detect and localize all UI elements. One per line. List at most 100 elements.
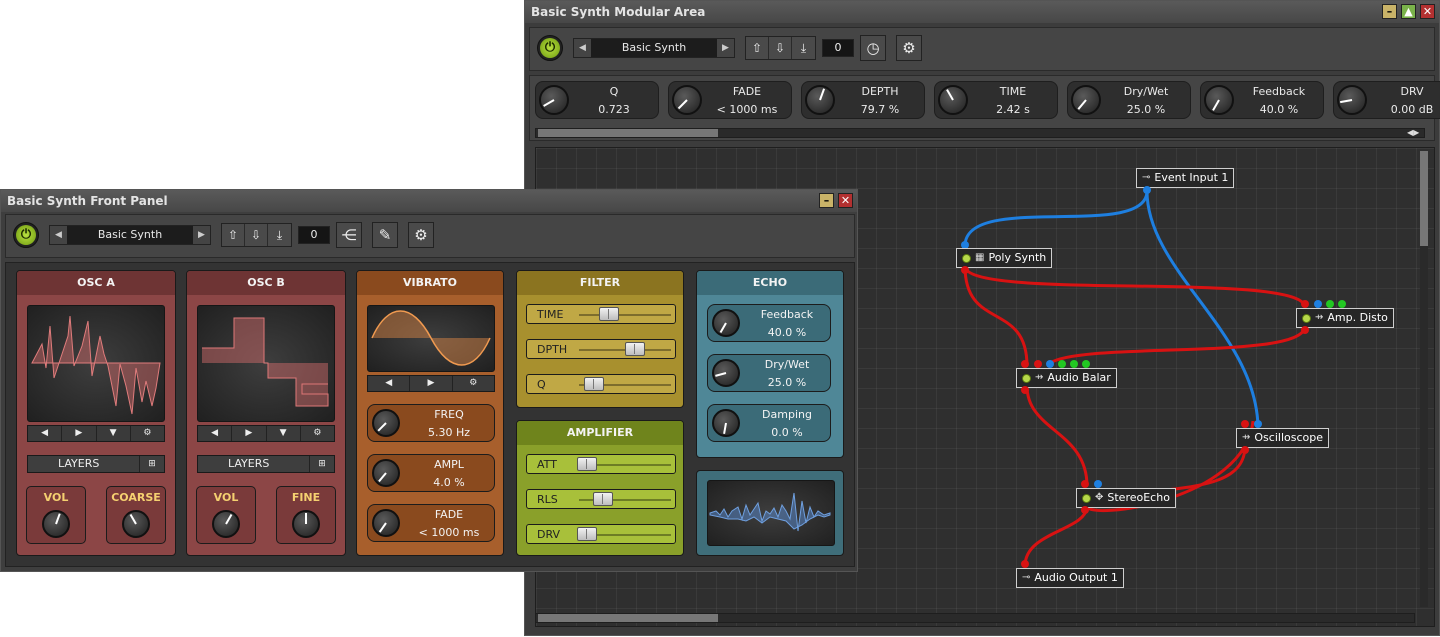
param-knob-control[interactable] — [672, 85, 702, 115]
pin-audio-in[interactable] — [1241, 420, 1249, 428]
echo-knob[interactable] — [712, 359, 740, 387]
node-audio-output[interactable]: ⊸ Audio Output 1 — [1016, 568, 1124, 588]
slider-thumb[interactable] — [577, 527, 597, 541]
layers-add-icon[interactable]: ⊞ — [309, 456, 334, 472]
prev-icon[interactable]: ◀ — [198, 426, 233, 441]
preset-selector[interactable]: ◀ Basic Synth ▶ — [49, 225, 211, 245]
osc-b-layers-button[interactable]: LAYERS ⊞ — [197, 455, 335, 473]
routing-button[interactable]: ⋲ — [336, 222, 362, 248]
echo-knob-value: 0.0 % — [771, 426, 803, 439]
pin-param-in[interactable] — [1338, 300, 1346, 308]
node-oscilloscope[interactable]: ⇸ Oscilloscope — [1236, 428, 1329, 448]
pin-audio-in[interactable] — [1034, 360, 1042, 368]
param-name: Feedback — [1252, 85, 1306, 98]
knob-indicator — [377, 422, 387, 432]
pin-event-in[interactable] — [1094, 480, 1102, 488]
node-amp-disto[interactable]: ⇸ Amp. Disto — [1296, 308, 1394, 328]
amplifier-slider-0[interactable]: ATT — [526, 454, 676, 474]
prev-icon[interactable]: ◀ — [28, 426, 63, 441]
node-power-icon[interactable] — [962, 253, 971, 263]
close-button[interactable]: ✕ — [838, 193, 853, 208]
param-knob-control[interactable] — [938, 85, 968, 115]
node-power-icon[interactable] — [1022, 373, 1031, 383]
pin-event-out[interactable] — [1143, 186, 1151, 194]
slider-thumb[interactable] — [598, 307, 619, 321]
power-button[interactable]: ⏻ — [13, 222, 39, 248]
vibrato-knob[interactable] — [372, 409, 400, 437]
filter-slider-0[interactable]: TIME — [526, 304, 676, 324]
vibrato-knob[interactable] — [372, 509, 400, 537]
echo-knob[interactable] — [712, 309, 740, 337]
wire-event-2 — [1145, 190, 1260, 427]
osc-b-title: OSC B — [187, 271, 345, 295]
osc-a-coarse-knob[interactable] — [122, 510, 150, 538]
osc-a-vol-knob[interactable] — [42, 510, 70, 538]
node-stereo-echo[interactable]: ✥ StereoEcho — [1076, 488, 1176, 508]
osc-a-layers-button[interactable]: LAYERS ⊞ — [27, 455, 165, 473]
next-icon[interactable]: ▶ — [232, 426, 267, 441]
edit-button[interactable]: ✎ — [372, 222, 398, 248]
gear-icon[interactable]: ⚙ — [453, 376, 494, 391]
vibrato-knob-value: < 1000 ms — [418, 526, 480, 539]
pin-audio-out[interactable] — [1021, 386, 1029, 394]
preset-next-icon[interactable]: ▶ — [193, 226, 210, 244]
param-knob-control[interactable] — [1204, 85, 1234, 115]
node-poly-synth[interactable]: ▦ Poly Synth — [956, 248, 1053, 268]
amplifier-slider-1[interactable]: RLS — [526, 489, 676, 509]
node-audio-balance[interactable]: ⇸ Audio Balar — [1016, 368, 1117, 388]
pin-event-in[interactable] — [1314, 300, 1322, 308]
pin-audio-in[interactable] — [1021, 560, 1029, 568]
next-icon[interactable]: ▶ — [62, 426, 97, 441]
gear-icon[interactable]: ⚙ — [131, 426, 164, 441]
osc-b-vol-knob[interactable] — [212, 510, 240, 538]
preset-upload-icon[interactable]: ⇧ — [222, 224, 245, 246]
param-knob-control[interactable] — [1071, 85, 1101, 115]
param-knob-control[interactable] — [1337, 85, 1367, 115]
filter-slider-2[interactable]: Q — [526, 374, 676, 394]
pin-param-in[interactable] — [1070, 360, 1078, 368]
gear-icon[interactable]: ⚙ — [301, 426, 334, 441]
param-name: Dry/Wet — [1123, 85, 1169, 98]
vibrato-knob[interactable] — [372, 459, 400, 487]
node-power-icon[interactable] — [1082, 493, 1091, 503]
wire-audio-3 — [1049, 325, 1307, 365]
pin-audio-out[interactable] — [1301, 326, 1309, 334]
filter-slider-1[interactable]: DPTH — [526, 339, 676, 359]
echo-scope-svg — [709, 492, 831, 532]
pin-audio-in[interactable] — [1021, 360, 1029, 368]
pin-param-in[interactable] — [1082, 360, 1090, 368]
preset-download-icon[interactable]: ⇩ — [245, 224, 268, 246]
amplifier-slider-2[interactable]: DRV — [526, 524, 676, 544]
node-power-icon[interactable] — [1302, 313, 1311, 323]
pin-audio-out[interactable] — [1241, 446, 1249, 454]
slider-thumb[interactable] — [584, 377, 605, 391]
pin-audio-in[interactable] — [1301, 300, 1309, 308]
pin-param-in[interactable] — [1326, 300, 1334, 308]
slider-thumb[interactable] — [624, 342, 645, 356]
pin-audio-out[interactable] — [1081, 506, 1089, 514]
front-title-bar[interactable]: Basic Synth Front Panel – ✕ — [1, 190, 857, 212]
dropdown-icon[interactable]: ▼ — [97, 426, 131, 441]
echo-knob[interactable] — [712, 409, 740, 437]
pin-event-in[interactable] — [1046, 360, 1054, 368]
minimize-button[interactable]: – — [819, 193, 834, 208]
pin-event-in[interactable] — [1254, 420, 1262, 428]
pin-audio-in[interactable] — [1081, 480, 1089, 488]
prev-icon[interactable]: ◀ — [368, 376, 411, 391]
preset-prev-icon[interactable]: ◀ — [50, 226, 67, 244]
param-knob-control[interactable] — [805, 85, 835, 115]
preset-save-icon[interactable]: ⤓ — [268, 224, 291, 246]
pin-audio-out[interactable] — [961, 266, 969, 274]
next-icon[interactable]: ▶ — [410, 376, 453, 391]
slider-thumb[interactable] — [577, 457, 597, 471]
slider-thumb[interactable] — [592, 492, 613, 506]
settings-button[interactable]: ⚙ — [408, 222, 434, 248]
node-event-input[interactable]: ⊸ Event Input 1 — [1136, 168, 1235, 188]
param-knob-control[interactable] — [539, 85, 569, 115]
osc-b-fine-knob[interactable] — [292, 510, 320, 538]
knob-indicator — [946, 89, 954, 101]
dropdown-icon[interactable]: ▼ — [267, 426, 301, 441]
layers-add-icon[interactable]: ⊞ — [139, 456, 164, 472]
knob-indicator — [129, 513, 137, 525]
pin-param-in[interactable] — [1058, 360, 1066, 368]
